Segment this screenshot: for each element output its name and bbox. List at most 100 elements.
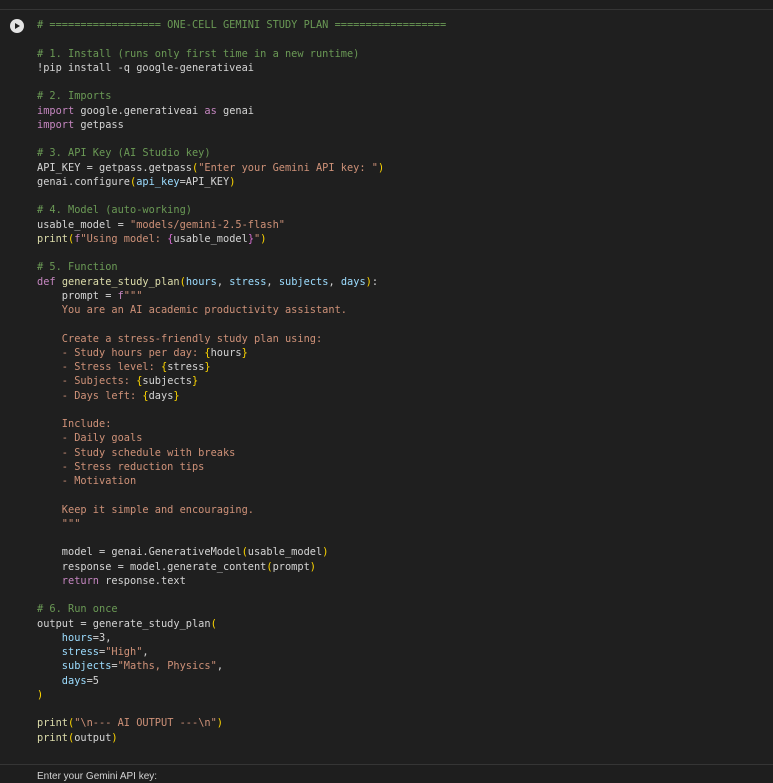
code-token: "Enter your Gemini API key: " bbox=[198, 161, 378, 174]
code-token: usable_model bbox=[173, 232, 248, 245]
code-line: subjects="Maths, Physics", bbox=[37, 659, 446, 673]
code-line: return response.text bbox=[37, 574, 446, 588]
code-line: # ================== ONE-CELL GEMINI STU… bbox=[37, 18, 446, 32]
code-token: usable_model = bbox=[37, 218, 130, 231]
code-token: # 5. Function bbox=[37, 261, 118, 274]
code-line: - Days left: {days} bbox=[37, 389, 446, 403]
code-token: "Using model: bbox=[80, 232, 168, 245]
code-token: def bbox=[37, 275, 56, 288]
code-token: api_key bbox=[136, 175, 180, 188]
code-token: subjects bbox=[278, 275, 329, 288]
code-token: , bbox=[216, 660, 224, 673]
code-token: ) bbox=[260, 232, 267, 245]
code-line: print(f"Using model: {usable_model}") bbox=[37, 232, 446, 246]
code-line: - Stress reduction tips bbox=[37, 460, 446, 474]
play-icon bbox=[15, 23, 21, 29]
code-line: response = model.generate_content(prompt… bbox=[37, 560, 446, 574]
code-line: Include: bbox=[37, 417, 446, 431]
code-line: ) bbox=[37, 688, 446, 702]
code-token: ) bbox=[216, 717, 223, 730]
code-token: hours bbox=[185, 275, 217, 288]
code-token: output bbox=[74, 731, 112, 744]
code-token: "\n--- AI OUTPUT ---\n" bbox=[74, 717, 217, 730]
code-token: # 2. Imports bbox=[37, 90, 112, 103]
code-token: days bbox=[148, 389, 174, 402]
code-line: !pip install -q google-generativeai bbox=[37, 61, 446, 75]
code-token: - Days left: bbox=[37, 389, 143, 402]
code-line: # 1. Install (runs only first time in a … bbox=[37, 47, 446, 61]
code-token: ) bbox=[322, 546, 329, 559]
code-token: import bbox=[37, 118, 75, 131]
code-token: stress bbox=[37, 646, 99, 658]
code-line: # 5. Function bbox=[37, 260, 446, 274]
code-token: genai.configure bbox=[37, 175, 130, 188]
code-line: # 2. Imports bbox=[37, 89, 446, 103]
code-line: Keep it simple and encouraging. bbox=[37, 503, 446, 517]
code-token: , bbox=[142, 646, 149, 658]
code-token: google.generativeai bbox=[74, 104, 205, 117]
code-token: ) bbox=[377, 161, 385, 174]
code-token: "Maths, Physics" bbox=[117, 660, 217, 673]
code-line: import getpass bbox=[37, 118, 446, 132]
code-token: hours bbox=[210, 346, 242, 359]
code-token: return bbox=[37, 574, 99, 587]
code-token: days bbox=[340, 275, 366, 288]
cell-output: Enter your Gemini API key: bbox=[37, 771, 158, 782]
code-line: print(output) bbox=[37, 731, 446, 745]
code-token: - Study hours per day: bbox=[37, 346, 205, 359]
code-token: You are an AI academic productivity assi… bbox=[37, 304, 347, 316]
code-token: getpass bbox=[74, 118, 124, 131]
code-token: stress bbox=[167, 361, 205, 373]
code-token: stress bbox=[229, 275, 267, 288]
code-line: # 6. Run once bbox=[37, 602, 446, 616]
code-token: response.text bbox=[99, 574, 186, 587]
code-token: genai bbox=[216, 104, 254, 117]
code-line: # 4. Model (auto-working) bbox=[37, 203, 446, 217]
code-token: "models/gemini-2.5-flash" bbox=[130, 218, 285, 231]
code-line: print("\n--- AI OUTPUT ---\n") bbox=[37, 716, 446, 730]
code-token: - Motivation bbox=[37, 475, 137, 487]
code-token: Create a stress-friendly study plan usin… bbox=[37, 332, 323, 345]
code-line: import google.generativeai as genai bbox=[37, 104, 446, 118]
code-token: =5 bbox=[86, 674, 100, 687]
code-token: prompt = bbox=[37, 289, 118, 302]
code-token: subjects bbox=[142, 375, 193, 388]
code-token: - Subjects: bbox=[37, 375, 137, 388]
code-token: print bbox=[37, 731, 68, 744]
code-token: "High" bbox=[105, 646, 143, 658]
code-editor[interactable]: # ================== ONE-CELL GEMINI STU… bbox=[37, 18, 446, 745]
code-line: def generate_study_plan(hours, stress, s… bbox=[37, 275, 446, 289]
code-line: output = generate_study_plan( bbox=[37, 617, 446, 631]
code-line: prompt = f""" bbox=[37, 289, 446, 303]
code-token: ) bbox=[111, 731, 118, 744]
code-token: ) bbox=[229, 175, 236, 188]
code-cell[interactable]: # ================== ONE-CELL GEMINI STU… bbox=[0, 9, 773, 765]
code-token: =3, bbox=[92, 631, 112, 644]
code-token: - Daily goals bbox=[37, 432, 143, 445]
code-line: model = genai.GenerativeModel(usable_mod… bbox=[37, 545, 446, 559]
code-token: generate_study_plan bbox=[61, 275, 180, 288]
code-line: usable_model = "models/gemini-2.5-flash" bbox=[37, 218, 446, 232]
code-token: model = genai.GenerativeModel bbox=[37, 546, 242, 559]
code-token: print bbox=[37, 717, 68, 730]
code-token: response = model.generate_content bbox=[37, 560, 267, 573]
code-token: """ bbox=[37, 517, 81, 530]
code-line: API_KEY = getpass.getpass("Enter your Ge… bbox=[37, 161, 446, 175]
code-token: # 3. API Key (AI Studio key) bbox=[37, 147, 211, 160]
code-token: # 6. Run once bbox=[37, 603, 118, 616]
code-line: You are an AI academic productivity assi… bbox=[37, 303, 446, 317]
code-token: - Study schedule with breaks bbox=[37, 446, 236, 459]
code-token: # 4. Model (auto-working) bbox=[37, 204, 192, 217]
code-line: genai.configure(api_key=API_KEY) bbox=[37, 175, 446, 189]
run-cell-button[interactable] bbox=[10, 19, 24, 33]
code-token: , bbox=[328, 275, 341, 288]
code-token: , bbox=[216, 275, 230, 288]
